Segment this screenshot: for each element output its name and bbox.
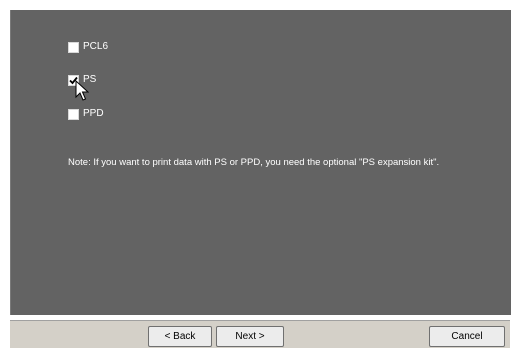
button-bar: < Back Next > Cancel <box>10 320 510 348</box>
next-button[interactable]: Next > <box>216 326 284 347</box>
back-button[interactable]: < Back <box>148 326 212 347</box>
installer-dialog: PCL6 PS PPD Note: If you want to print d… <box>0 0 516 354</box>
option-pcl6[interactable]: PCL6 <box>68 40 108 54</box>
pcl6-label: PCL6 <box>83 41 109 52</box>
note-text: Note: If you want to print data with PS … <box>68 157 440 168</box>
arrow-cursor-icon <box>75 80 89 101</box>
ppd-label: PPD <box>83 108 104 119</box>
options-panel: PCL6 PS PPD Note: If you want to print d… <box>10 10 511 315</box>
cancel-button-label: Cancel <box>451 331 483 342</box>
pcl6-checkbox[interactable] <box>68 41 79 53</box>
option-ppd[interactable]: PPD <box>68 107 104 121</box>
next-button-label: Next > <box>235 331 265 342</box>
cancel-button[interactable]: Cancel <box>429 326 505 347</box>
back-button-label: < Back <box>164 331 196 342</box>
ppd-checkbox[interactable] <box>68 108 79 120</box>
